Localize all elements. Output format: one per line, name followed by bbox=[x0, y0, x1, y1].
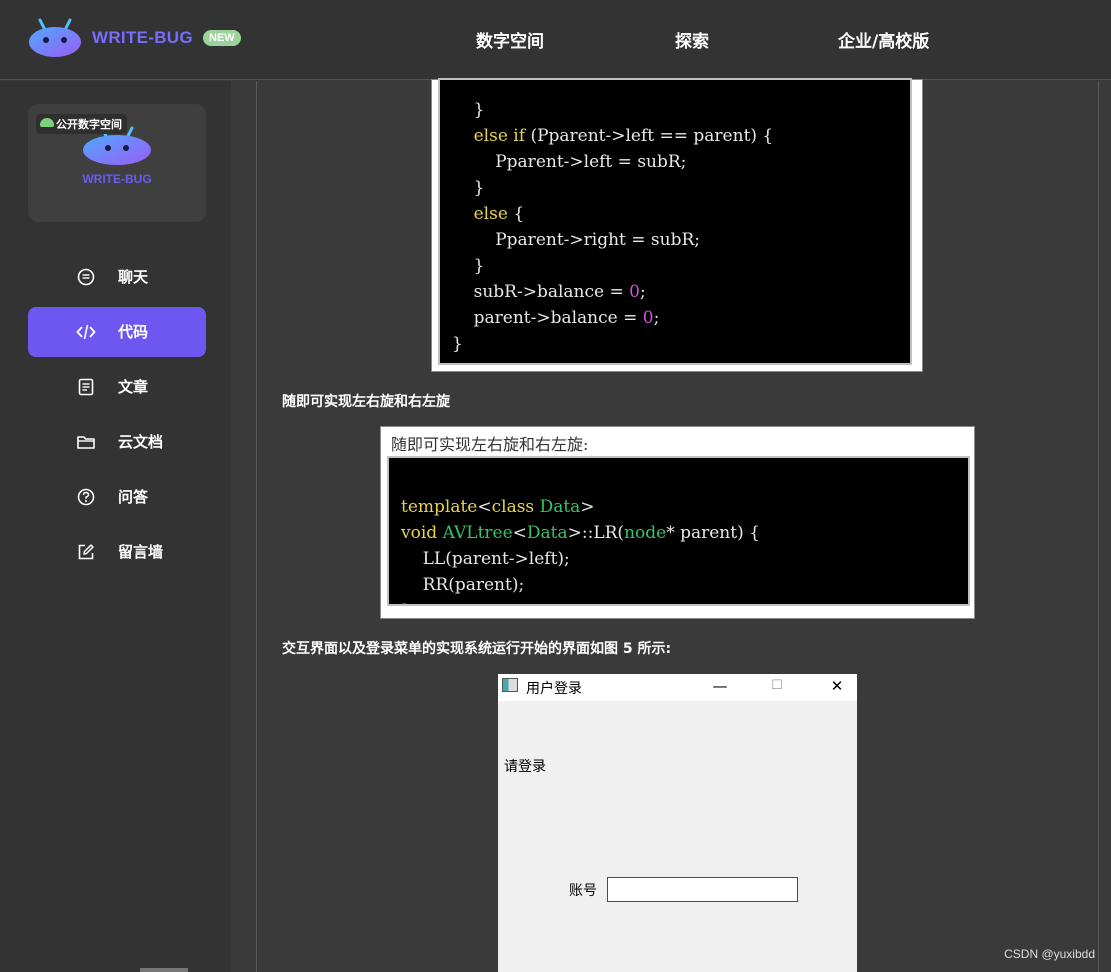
window-title: 用户登录 bbox=[526, 681, 582, 697]
login-prompt: 请登录 bbox=[504, 759, 546, 775]
sidebar-item-cloud-docs[interactable]: 云文档 bbox=[28, 417, 206, 467]
sidebar-item-label: 问答 bbox=[118, 488, 149, 506]
chat-icon bbox=[77, 268, 95, 286]
code-line: subR->balance = 0; bbox=[452, 282, 646, 302]
sidebar: 公开数字空间 WRITE-BUG 聊天 代码 文章 云文档 问答 留言墙 bbox=[0, 81, 231, 972]
maximize-icon[interactable]: ☐ bbox=[762, 674, 792, 701]
sidebar-item-article[interactable]: 文章 bbox=[28, 362, 206, 412]
public-space-tag: 公开数字空间 bbox=[36, 114, 127, 134]
code-line: else if (Pparent->left == parent) { bbox=[473, 126, 774, 146]
code-line: void AVLtree<Data>::LR(node* parent) { bbox=[401, 523, 760, 543]
sidebar-item-label: 留言墙 bbox=[118, 543, 164, 561]
code-line: } bbox=[452, 334, 463, 354]
window-titlebar[interactable]: 用户登录 — ☐ ✕ bbox=[498, 674, 857, 701]
sidebar-item-chat[interactable]: 聊天 bbox=[28, 252, 206, 302]
sidebar-item-qa[interactable]: 问答 bbox=[28, 472, 206, 522]
public-space-card[interactable]: 公开数字空间 WRITE-BUG bbox=[28, 104, 206, 222]
code-image-1: } else if (Pparent->left == parent) { Pp… bbox=[431, 78, 923, 372]
paragraph-text: 交互界面以及登录菜单的实现系统运行开始的界面如图 5 所示: bbox=[282, 641, 672, 657]
nav-explore[interactable]: 探索 bbox=[675, 27, 709, 52]
account-input[interactable] bbox=[607, 877, 798, 902]
code-line: template<class Data> bbox=[401, 497, 595, 517]
code-block-1: } else if (Pparent->left == parent) { Pp… bbox=[438, 78, 912, 365]
nav-enterprise[interactable]: 企业/高校版 bbox=[838, 27, 929, 52]
code-line: LL(parent->left); bbox=[401, 549, 570, 569]
login-window: 用户登录 — ☐ ✕ 请登录 账号 bbox=[498, 674, 857, 972]
sidebar-item-message-wall[interactable]: 留言墙 bbox=[28, 527, 206, 577]
code-image-caption: 随即可实现左右旋和右左旋: bbox=[391, 435, 589, 454]
code-line: } bbox=[452, 178, 485, 198]
sidebar-item-label: 代码 bbox=[118, 323, 149, 341]
code-icon bbox=[76, 324, 96, 340]
code-line: else { bbox=[473, 204, 525, 224]
horizontal-scrollbar[interactable] bbox=[140, 968, 188, 972]
sidebar-item-label: 云文档 bbox=[118, 433, 164, 451]
close-icon[interactable]: ✕ bbox=[822, 674, 852, 701]
folder-icon bbox=[77, 436, 95, 449]
code-image-2: 随即可实现左右旋和右左旋: template<class Data>void A… bbox=[380, 426, 975, 619]
write-bug-logo-icon[interactable] bbox=[28, 18, 82, 58]
sidebar-item-label: 聊天 bbox=[118, 268, 149, 286]
code-line: Pparent->right = subR; bbox=[452, 230, 701, 250]
code-line: } bbox=[452, 256, 485, 276]
code-line: parent->balance = 0; bbox=[452, 308, 660, 328]
sidebar-item-label: 文章 bbox=[118, 378, 149, 396]
paragraph-text: 随即可实现左右旋和右左旋 bbox=[282, 394, 450, 410]
code-block-2: template<class Data>void AVLtree<Data>::… bbox=[387, 456, 970, 606]
code-line: RR(parent); bbox=[401, 575, 525, 595]
csdn-watermark: CSDN @yuxibdd bbox=[1004, 947, 1095, 961]
minimize-icon[interactable]: — bbox=[705, 674, 735, 701]
app-window-icon bbox=[502, 678, 518, 692]
code-line: Pparent->left = subR; bbox=[452, 152, 687, 172]
nav-digital-space[interactable]: 数字空间 bbox=[476, 27, 544, 52]
article-icon bbox=[78, 378, 94, 396]
public-space-tag-label: 公开数字空间 bbox=[56, 118, 122, 131]
brand-name[interactable]: WRITE-BUG bbox=[92, 28, 193, 48]
article-content: } else if (Pparent->left == parent) { Pp… bbox=[256, 78, 1099, 972]
code-line: } bbox=[452, 100, 485, 120]
code-line: } bbox=[401, 598, 968, 604]
edit-icon bbox=[78, 544, 94, 560]
android-icon bbox=[40, 118, 54, 127]
top-header: WRITE-BUG NEW 数字空间 探索 企业/高校版 bbox=[0, 0, 1111, 80]
card-brand-name: WRITE-BUG bbox=[82, 172, 152, 186]
account-label: 账号 bbox=[569, 883, 597, 899]
sidebar-item-code[interactable]: 代码 bbox=[28, 307, 206, 357]
question-icon bbox=[77, 488, 95, 506]
new-badge: NEW bbox=[203, 30, 241, 46]
